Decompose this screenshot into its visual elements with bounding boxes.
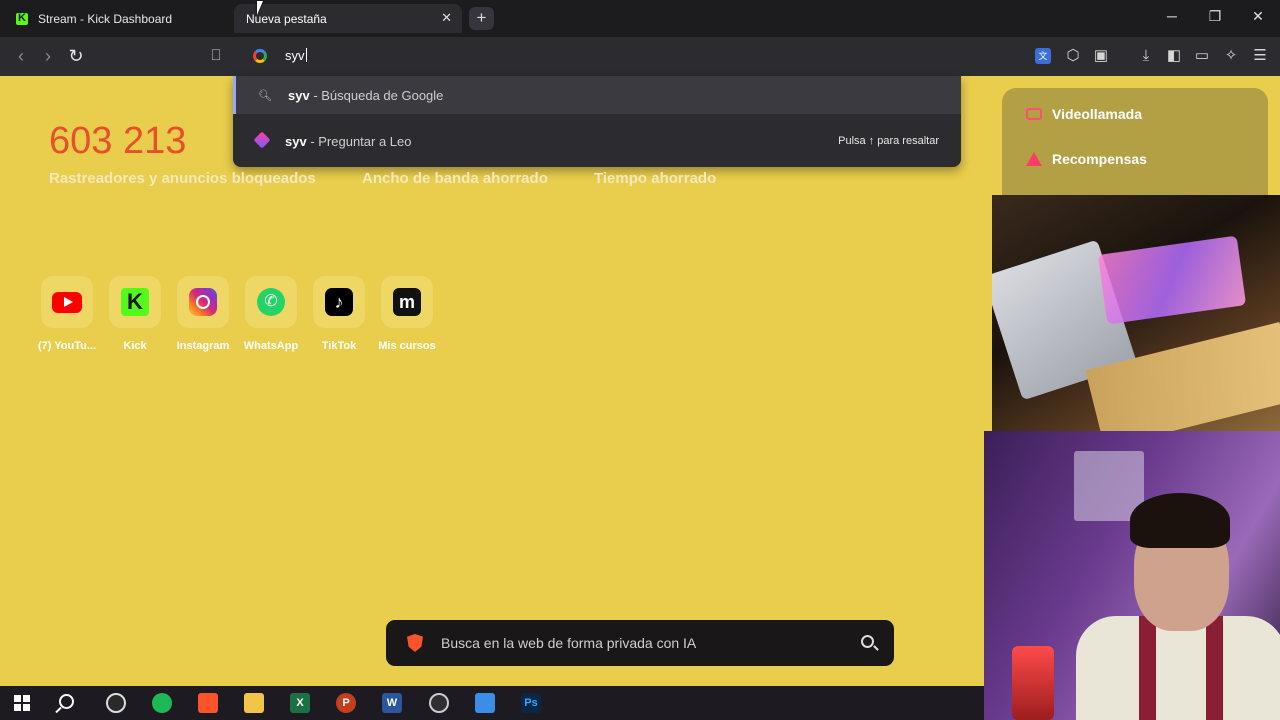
suggestion-query: syv bbox=[288, 87, 310, 103]
suggestion-google-search[interactable]: 🔍︎ syv - Búsqueda de Google bbox=[233, 76, 961, 114]
omnibox-suggestions: 🔍︎ syv - Búsqueda de Google syv - Pregun… bbox=[233, 76, 961, 167]
spotify-icon[interactable] bbox=[152, 693, 172, 713]
overlay-videollamada[interactable]: Videollamada bbox=[1026, 106, 1142, 122]
suggestion-suffix: - Preguntar a Leo bbox=[306, 133, 412, 149]
windows-taskbar: X P W Ps bbox=[0, 686, 984, 720]
shortcut-label: TikTok bbox=[321, 340, 357, 352]
stat-label-trackers: Rastreadores y anuncios bloqueados bbox=[49, 170, 316, 187]
overlay-item-label: Recompensas bbox=[1052, 151, 1147, 167]
tab-close-icon[interactable]: ✕ bbox=[441, 10, 452, 26]
youtube-icon bbox=[52, 291, 82, 313]
stat-label-time: Tiempo ahorrado bbox=[594, 170, 717, 187]
face-camera-feed bbox=[984, 431, 1280, 720]
trackers-blocked-count: 603 213 bbox=[49, 120, 187, 162]
chrome-app-icon[interactable] bbox=[106, 693, 126, 713]
close-window-button[interactable]: ✕ bbox=[1248, 8, 1268, 25]
new-tab-button[interactable]: + bbox=[469, 7, 494, 30]
mis-cursos-icon: m bbox=[393, 288, 421, 316]
shortcut-tiktok[interactable]: ♪ TikTok bbox=[307, 276, 371, 352]
menu-icon[interactable]: ☰ bbox=[1250, 46, 1270, 66]
obs-icon[interactable] bbox=[429, 693, 449, 713]
powerpoint-icon[interactable]: P bbox=[336, 693, 356, 713]
suggestion-hint: Pulsa ↑ para resaltar bbox=[838, 135, 939, 147]
instagram-icon bbox=[189, 288, 217, 316]
search-icon: 🔍︎ bbox=[258, 89, 272, 102]
shortcut-whatsapp[interactable]: ✆ WhatsApp bbox=[239, 276, 303, 352]
extensions-icon[interactable]: ⬡ bbox=[1063, 46, 1083, 66]
overlay-recompensas[interactable]: Recompensas bbox=[1026, 151, 1147, 167]
windows-start-icon[interactable] bbox=[14, 695, 30, 711]
address-input[interactable]: syv bbox=[285, 48, 307, 63]
download-icon[interactable]: ⤓ bbox=[1136, 46, 1156, 66]
google-icon bbox=[253, 49, 267, 63]
photoshop-icon[interactable]: Ps bbox=[521, 693, 541, 713]
tab-strip: Stream - Kick Dashboard Nueva pestaña ✕ … bbox=[0, 0, 1280, 37]
suggestion-query: syv bbox=[285, 133, 307, 149]
excel-icon[interactable]: X bbox=[290, 693, 310, 713]
taskbar-search-icon[interactable] bbox=[59, 694, 74, 709]
bookmark-icon[interactable]: ⎕ bbox=[206, 46, 226, 66]
leo-ai-icon[interactable]: ✧ bbox=[1221, 46, 1241, 66]
vscode-icon[interactable] bbox=[475, 693, 495, 713]
tab-title: Stream - Kick Dashboard bbox=[38, 11, 173, 26]
leo-icon bbox=[253, 131, 271, 149]
shortcut-youtube[interactable]: (7) YouTu... bbox=[35, 276, 99, 352]
brave-icon[interactable] bbox=[198, 693, 218, 713]
rewards-icon bbox=[1026, 152, 1042, 166]
kick-favicon-icon bbox=[16, 12, 28, 25]
mouse-cursor-icon bbox=[257, 1, 263, 15]
screenshot-icon[interactable]: ▣ bbox=[1091, 46, 1111, 66]
wallet-icon[interactable]: ▭ bbox=[1192, 46, 1212, 66]
video-call-icon bbox=[1026, 108, 1042, 120]
private-ai-search-box[interactable]: Busca en la web de forma privada con IA bbox=[386, 620, 894, 666]
shortcut-label: (7) YouTu... bbox=[37, 340, 97, 352]
desk-camera-feed bbox=[992, 195, 1280, 431]
word-icon[interactable]: W bbox=[382, 693, 402, 713]
tiktok-icon: ♪ bbox=[325, 288, 353, 316]
stat-label-bandwidth: Ancho de banda ahorrado bbox=[362, 170, 548, 187]
stream-overlay-panel: Videollamada Recompensas bbox=[1002, 88, 1268, 198]
suggestion-ask-leo[interactable]: syv - Preguntar a Leo Pulsa ↑ para resal… bbox=[233, 122, 961, 160]
shortcut-label: Mis cursos bbox=[378, 340, 436, 352]
search-placeholder: Busca en la web de forma privada con IA bbox=[441, 635, 697, 651]
shortcut-label: WhatsApp bbox=[243, 340, 299, 352]
shortcut-mis-cursos[interactable]: m Mis cursos bbox=[375, 276, 439, 352]
suggestion-suffix: - Búsqueda de Google bbox=[309, 87, 444, 103]
search-icon[interactable] bbox=[861, 635, 874, 648]
sidebar-icon[interactable]: ◧ bbox=[1164, 46, 1184, 66]
back-button[interactable]: ‹ bbox=[11, 46, 31, 67]
shortcut-label: Kick bbox=[123, 340, 147, 352]
tab-kick-dashboard[interactable]: Stream - Kick Dashboard bbox=[6, 4, 232, 33]
forward-button[interactable]: › bbox=[38, 46, 58, 67]
shortcut-kick[interactable]: K Kick bbox=[103, 276, 167, 352]
kick-icon: K bbox=[121, 288, 149, 316]
shortcut-instagram[interactable]: Instagram bbox=[171, 276, 235, 352]
address-bar[interactable]: syv bbox=[233, 37, 961, 76]
brave-logo-icon bbox=[407, 634, 423, 652]
file-explorer-icon[interactable] bbox=[244, 693, 264, 713]
shortcut-label: Instagram bbox=[176, 340, 230, 352]
whatsapp-icon: ✆ bbox=[257, 288, 285, 316]
minimize-button[interactable]: ─ bbox=[1162, 8, 1182, 24]
reload-button[interactable]: ↻ bbox=[66, 46, 86, 67]
restore-button[interactable]: ❐ bbox=[1205, 8, 1225, 25]
translate-icon[interactable]: 文 bbox=[1035, 48, 1051, 64]
tab-new-tab[interactable]: Nueva pestaña ✕ bbox=[234, 4, 462, 33]
overlay-item-label: Videollamada bbox=[1052, 106, 1143, 122]
